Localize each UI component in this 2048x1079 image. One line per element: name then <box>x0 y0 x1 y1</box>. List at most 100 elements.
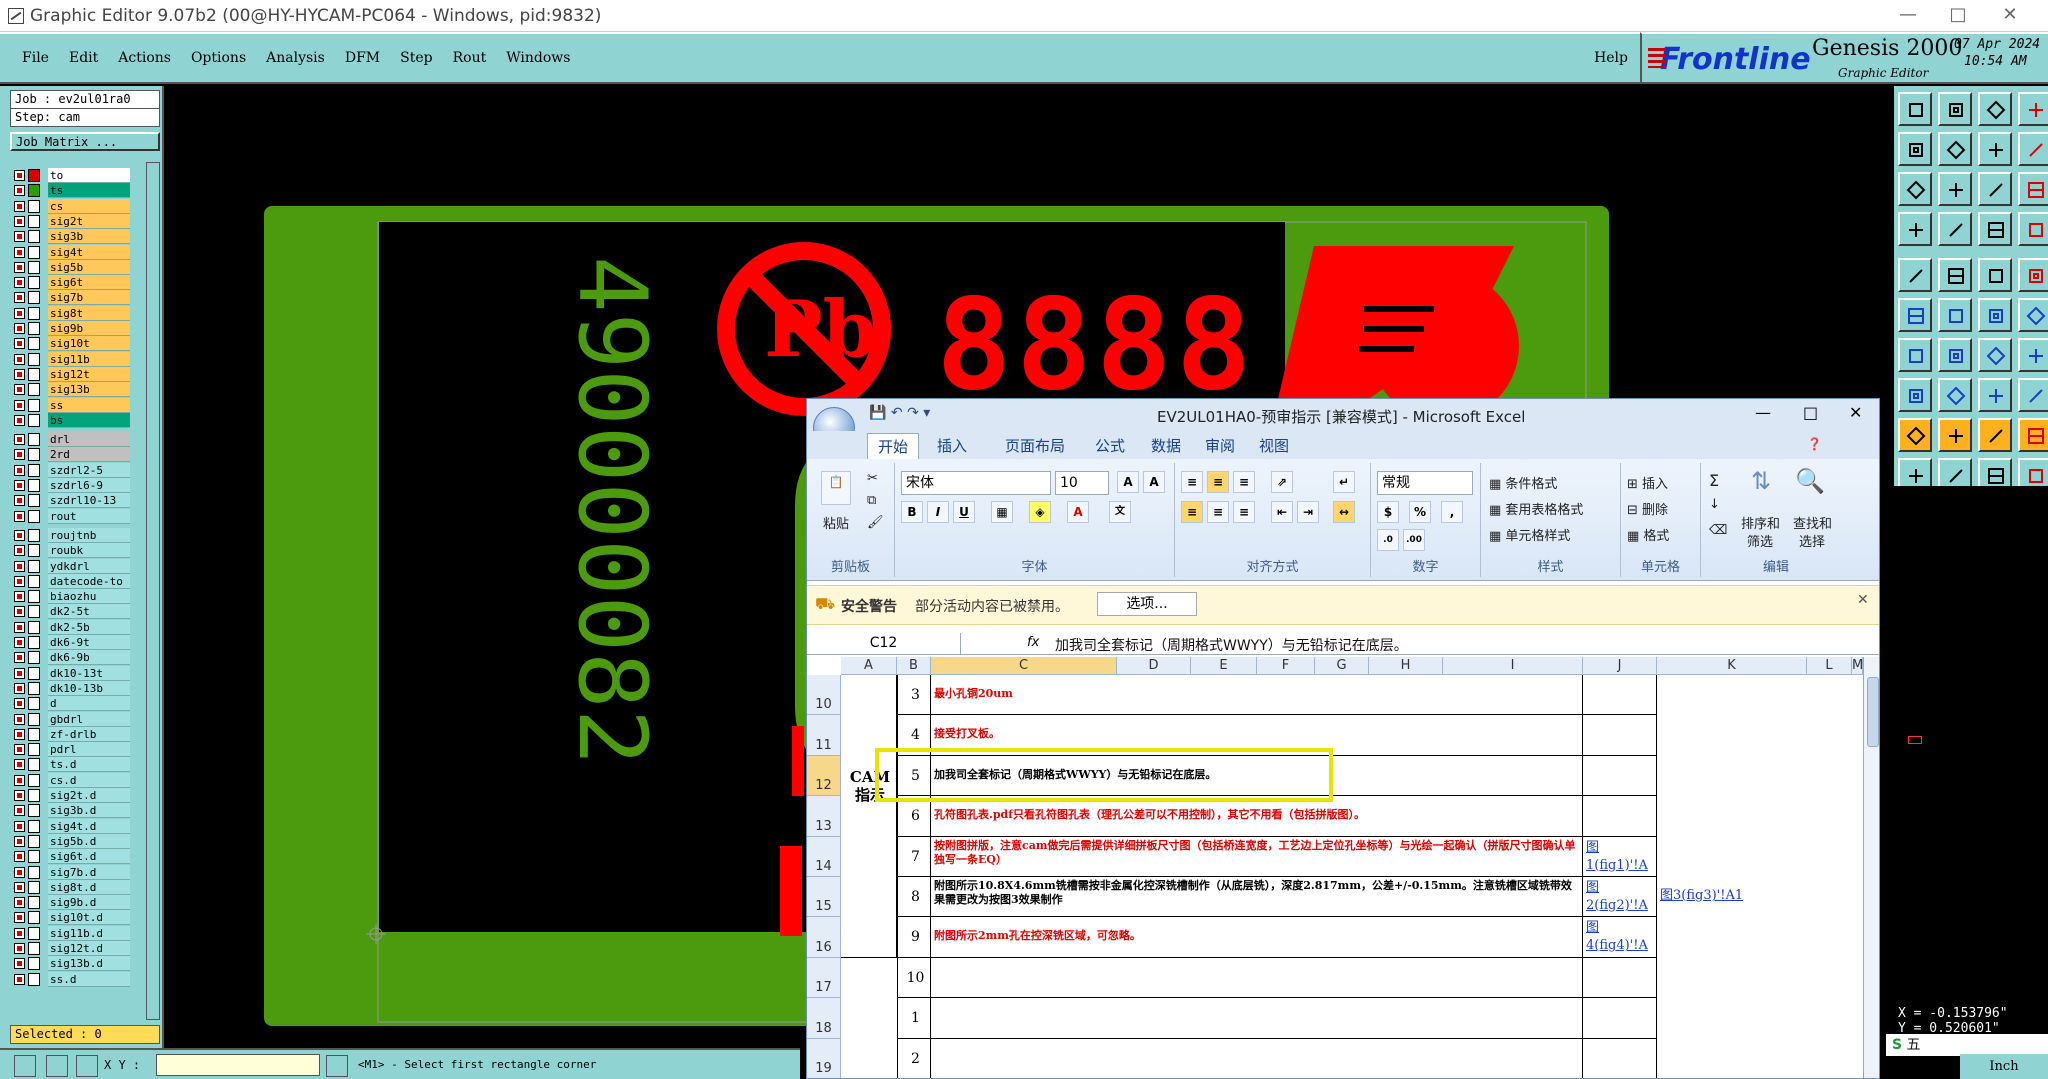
tool-button-icon[interactable] <box>1978 212 2012 246</box>
name-box[interactable]: C12 <box>807 633 961 654</box>
tool-button-icon[interactable] <box>1978 132 2012 166</box>
layer-name[interactable]: sig11b.d <box>48 925 130 941</box>
instruction-cell[interactable] <box>931 998 1583 1039</box>
merge-cells-icon[interactable]: ↔ <box>1333 501 1355 523</box>
layer-row[interactable]: sig4t.d <box>10 818 130 834</box>
layer-name[interactable]: roujtnb <box>48 527 130 543</box>
layer-affected-checkbox[interactable] <box>14 277 25 289</box>
align-right-icon[interactable]: ≡ <box>1233 501 1255 523</box>
layer-row[interactable]: sig9b <box>10 321 130 336</box>
formula-input[interactable]: 加我司全套标记（周期格式WWYY）与无铅标记在底层。 <box>1055 635 1408 655</box>
minimize-icon[interactable]: — <box>1888 4 1928 25</box>
ribbon-tab[interactable]: 审阅 <box>1205 435 1235 456</box>
accounting-icon[interactable]: $ <box>1377 501 1399 523</box>
row-header[interactable]: 13 <box>807 796 841 837</box>
layer-affected-checkbox[interactable] <box>14 246 25 258</box>
layer-display-checkbox[interactable] <box>28 620 40 634</box>
column-header[interactable]: D <box>1117 657 1191 675</box>
font-name-select[interactable]: 宋体 <box>901 471 1051 495</box>
layer-name[interactable]: sig10t <box>48 336 130 352</box>
layer-display-checkbox[interactable] <box>28 479 40 492</box>
menu-help[interactable]: Help <box>1594 50 1628 66</box>
layer-name[interactable]: sig7b.d <box>48 864 130 880</box>
layer-display-checkbox[interactable] <box>28 834 40 848</box>
menu-file[interactable]: File <box>22 50 49 66</box>
column-header[interactable]: K <box>1657 657 1807 675</box>
tool-button-icon[interactable] <box>1938 212 1972 246</box>
layer-row[interactable]: sig6t.d <box>10 849 130 865</box>
grow-font-icon[interactable]: A <box>1117 471 1139 493</box>
worksheet-grid[interactable]: A B C D E F G H I J K L M 10 3 最小孔铜20um 11 4 接受打叉板。 12 5 加我司全… <box>807 657 1863 1078</box>
cell-style-button[interactable]: ▦ 单元格样式 <box>1489 525 1570 544</box>
layer-name[interactable]: datecode-to <box>48 573 130 589</box>
column-header[interactable]: F <box>1257 657 1315 675</box>
layer-name[interactable]: sig9b <box>48 321 130 336</box>
row-header[interactable]: 16 <box>807 917 841 958</box>
layer-display-checkbox[interactable] <box>28 383 40 397</box>
tool-button-icon[interactable] <box>1898 212 1932 246</box>
layer-affected-checkbox[interactable] <box>14 170 25 181</box>
instruction-cell[interactable]: 最小孔铜20um <box>931 675 1583 716</box>
column-header[interactable]: E <box>1191 657 1257 675</box>
layer-affected-checkbox[interactable] <box>14 495 25 507</box>
layer-row[interactable]: cs.d <box>10 772 130 788</box>
layer-affected-checkbox[interactable] <box>14 338 25 350</box>
tool-button-icon[interactable] <box>1898 92 1932 126</box>
layer-display-checkbox[interactable] <box>28 413 40 427</box>
tool-button-icon[interactable] <box>1898 418 1932 452</box>
row-header[interactable]: 10 <box>807 675 841 716</box>
layer-row[interactable]: sig13b.d <box>10 956 130 972</box>
layer-display-checkbox[interactable] <box>28 880 40 894</box>
tool-button-icon[interactable] <box>1938 258 1972 292</box>
insert-button[interactable]: ⊞ 插入 <box>1627 473 1668 492</box>
layer-name[interactable]: drl <box>48 432 130 448</box>
section-label-cell[interactable]: CAM指示 <box>841 675 897 958</box>
layer-affected-checkbox[interactable] <box>14 682 25 694</box>
ribbon-tab[interactable]: 公式 <box>1095 435 1125 456</box>
layer-row[interactable]: ss <box>10 397 130 413</box>
layer-name[interactable]: dk10-13b <box>48 680 130 696</box>
tool-button-icon[interactable] <box>1938 378 1972 412</box>
layer-display-checkbox[interactable] <box>28 559 40 573</box>
layer-display-checkbox[interactable] <box>28 651 40 665</box>
tool-button-icon[interactable] <box>1978 338 2012 372</box>
measure-tool-icon[interactable] <box>46 1055 68 1077</box>
wrap-text-icon[interactable]: ↵ <box>1333 471 1355 493</box>
layer-affected-checkbox[interactable] <box>14 414 25 426</box>
layer-name[interactable]: sig11b <box>48 351 130 367</box>
layer-display-checkbox[interactable] <box>28 184 40 198</box>
layer-affected-checkbox[interactable] <box>14 323 25 334</box>
menu-analysis[interactable]: Analysis <box>266 50 325 66</box>
paste-icon[interactable]: 📋 <box>821 471 851 505</box>
tool-button-icon[interactable] <box>1898 132 1932 166</box>
layer-display-checkbox[interactable] <box>28 896 40 910</box>
column-header[interactable]: M <box>1852 657 1863 675</box>
layer-row[interactable]: datecode-to <box>10 573 130 589</box>
layer-row[interactable]: sig12t <box>10 366 130 382</box>
layer-name[interactable]: sig5b.d <box>48 833 130 849</box>
security-options-button[interactable]: 选项... <box>1097 592 1197 616</box>
layer-affected-checkbox[interactable] <box>14 667 25 679</box>
layer-row[interactable]: dk10-13b <box>10 680 130 696</box>
ime-toolbar[interactable]: S 五 <box>1886 1034 2048 1056</box>
clear-icon[interactable]: ⌫ <box>1709 523 1727 538</box>
quick-access-icons[interactable]: 💾 ↶ ↷ ▾ <box>869 405 930 421</box>
tool-button-icon[interactable] <box>1978 258 2012 292</box>
layer-row[interactable]: sig3b <box>10 229 130 245</box>
tool-button-icon[interactable] <box>2018 258 2048 292</box>
layer-row[interactable]: 2rd <box>10 447 130 463</box>
tool-button-icon[interactable] <box>1978 172 2012 206</box>
layer-row[interactable]: ss.d <box>10 971 130 987</box>
paste-button[interactable]: 粘贴 <box>823 513 849 532</box>
figure-link-cell[interactable] <box>1583 796 1657 837</box>
align-center-icon[interactable]: ≡ <box>1207 501 1229 523</box>
layer-display-checkbox[interactable] <box>28 260 40 274</box>
layer-display-checkbox[interactable] <box>28 697 40 711</box>
layer-affected-checkbox[interactable] <box>14 307 25 319</box>
layer-affected-checkbox[interactable] <box>14 774 25 786</box>
tool-button-icon[interactable] <box>2018 132 2048 166</box>
format-painter-icon[interactable]: 🖌 <box>867 515 884 530</box>
layer-display-checkbox[interactable] <box>28 352 40 366</box>
layer-scrollbar[interactable] <box>146 162 160 1020</box>
tool-button-icon[interactable] <box>2018 212 2048 246</box>
